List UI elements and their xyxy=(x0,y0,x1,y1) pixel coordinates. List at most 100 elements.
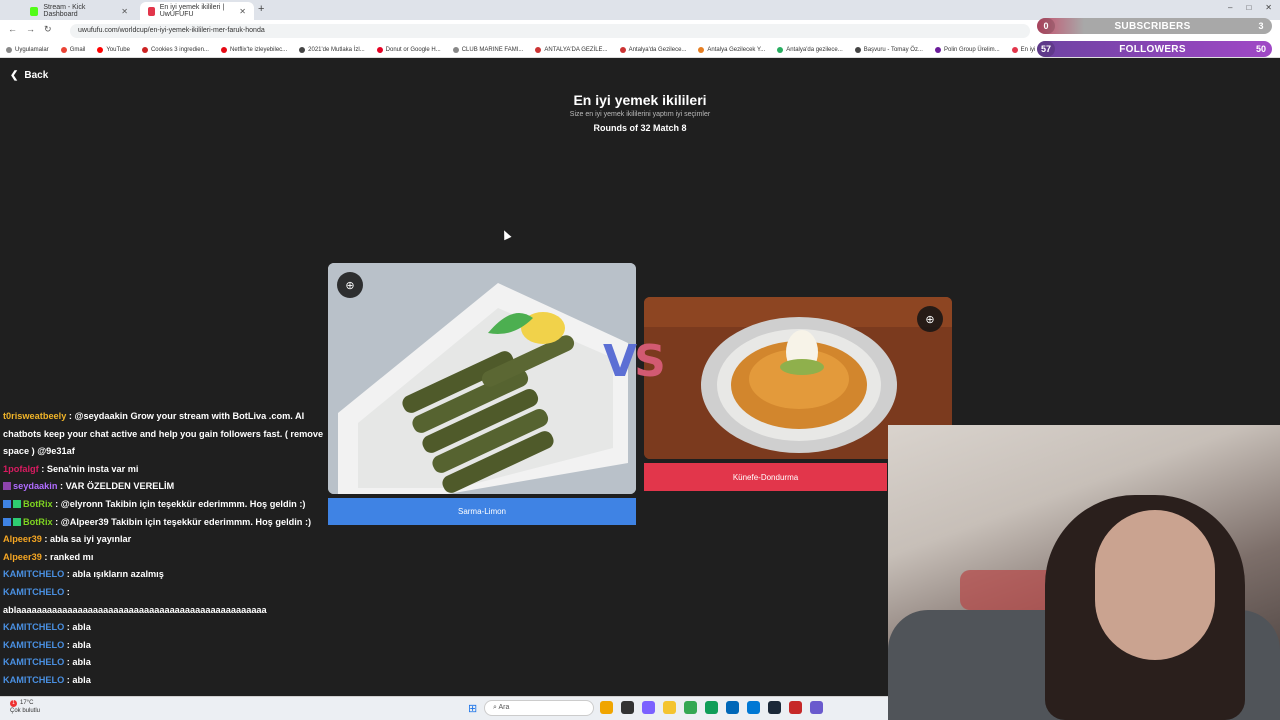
bookmark-item[interactable]: Antalya'da Gezilece... xyxy=(619,44,686,55)
taskbar-app-icon[interactable] xyxy=(768,701,781,714)
chat-message: Alpeer39 : abla sa iyi yayınlar xyxy=(3,531,333,549)
chat-separator: : xyxy=(66,411,75,421)
chat-message: BotRix : @Alpeer39 Takibin için teşekkür… xyxy=(3,514,333,532)
bookmark-item[interactable]: 2021'de Mutlaka İzl... xyxy=(299,44,365,55)
bookmark-label: YouTube xyxy=(106,46,130,53)
bookmark-label: Başvuru - Tomay Öz... xyxy=(863,46,923,53)
taskbar-app-icon[interactable] xyxy=(726,701,739,714)
taskbar-app-icon[interactable] xyxy=(621,701,634,714)
chat-badge-icon xyxy=(3,517,11,526)
chat-username[interactable]: t0risweatbeely xyxy=(3,411,66,421)
taskbar-app-icon[interactable] xyxy=(705,701,718,714)
bookmark-favicon-icon xyxy=(698,46,705,53)
back-button[interactable]: ❮ Back xyxy=(10,70,48,81)
taskbar-app-icon[interactable] xyxy=(642,701,655,714)
subscribers-label: SUBSCRIBERS xyxy=(1114,20,1191,32)
bookmark-item[interactable]: Polin Group Ürelim... xyxy=(934,44,1000,55)
taskbar-app-icon[interactable] xyxy=(789,701,802,714)
chat-message: KAMITCHELO : ablaaaaaaaaaaaaaaaaaaaaaaaa… xyxy=(3,584,333,619)
new-tab-button[interactable]: + xyxy=(258,3,264,15)
taskbar-app-icon[interactable] xyxy=(663,701,676,714)
chat-username[interactable]: KAMITCHELO xyxy=(3,622,64,632)
chat-username[interactable]: Alpeer39 xyxy=(3,552,42,562)
bookmark-item[interactable]: Uygulamalar xyxy=(6,44,49,55)
chat-text: Sena'nin insta var mi xyxy=(46,463,139,474)
taskbar-app-icon[interactable] xyxy=(600,701,613,714)
bookmark-item[interactable]: CLUB MARINE FAMI... xyxy=(452,44,523,55)
zoom-left-icon[interactable]: ⊕ xyxy=(337,272,363,298)
bookmark-favicon-icon xyxy=(60,46,67,53)
tab-label: Stream - Kick Dashboard xyxy=(43,4,86,18)
bookmark-item[interactable]: Donut or Google H... xyxy=(376,44,441,55)
taskbar-app-icon[interactable] xyxy=(810,701,823,714)
chat-message: 1pofalgf : Sena'nin insta var mi xyxy=(3,461,333,479)
chat-text: abla sa iyi yayınlar xyxy=(50,534,132,545)
bookmark-item[interactable]: YouTube xyxy=(97,44,130,55)
chat-message: t0risweatbeely : @seydaakin Grow your st… xyxy=(3,408,333,461)
chat-separator: : xyxy=(64,586,70,597)
bookmark-favicon-icon xyxy=(220,46,227,53)
chat-username[interactable]: 1pofalgf xyxy=(3,464,39,474)
maximize-button[interactable]: □ xyxy=(1246,3,1251,12)
tab-uwufufu[interactable]: En iyi yemek ikilileri | UwUFUFU ✕ xyxy=(140,2,254,20)
bookmark-label: Uygulamalar xyxy=(15,46,49,53)
tab-label: En iyi yemek ikilileri | UwUFUFU xyxy=(159,4,225,18)
chat-text: ranked mı xyxy=(50,551,94,562)
forward-arrow-icon[interactable]: → xyxy=(26,24,35,35)
bookmark-item[interactable]: Başvuru - Tomay Öz... xyxy=(854,44,923,55)
chat-text: abla xyxy=(72,639,91,650)
chat-username[interactable]: KAMITCHELO xyxy=(3,657,64,667)
webcam-streamer-face xyxy=(1095,510,1215,660)
notification-badge: 1 xyxy=(10,700,17,707)
bookmark-item[interactable]: Gmail xyxy=(60,44,86,55)
sarma-limon-image[interactable] xyxy=(328,263,636,494)
chat-text: abla xyxy=(72,622,91,633)
chat-username[interactable]: Alpeer39 xyxy=(3,534,42,544)
bookmark-item[interactable]: Antalya Gezilecek Y... xyxy=(698,44,765,55)
close-tab-icon[interactable]: ✕ xyxy=(239,7,246,16)
bookmark-item[interactable]: Antalya'da gezilece... xyxy=(777,44,843,55)
minimize-button[interactable]: – xyxy=(1228,3,1232,12)
choose-left-button[interactable]: Sarma-Limon xyxy=(328,498,636,525)
chat-username[interactable]: BotRix xyxy=(23,517,53,527)
chat-username[interactable]: KAMITCHELO xyxy=(3,587,64,597)
bookmark-label: Gmail xyxy=(69,46,86,53)
vs-s: S xyxy=(634,336,666,387)
bookmark-item[interactable]: Netflix'te izleyebilec... xyxy=(220,44,287,55)
chat-message: seydaakin : VAR ÖZELDEN VERELİM xyxy=(3,478,333,496)
chat-message: KAMITCHELO : abla xyxy=(3,654,333,672)
chat-text: @Alpeer39 Takibin için teşekkür ederimmm… xyxy=(60,516,312,527)
choose-right-button[interactable]: Künefe-Dondurma xyxy=(644,463,887,491)
close-window-button[interactable]: ✕ xyxy=(1265,3,1272,12)
reload-icon[interactable]: ↻ xyxy=(44,24,52,35)
uwufufu-favicon-icon xyxy=(148,6,155,16)
back-arrow-icon[interactable]: ← xyxy=(8,24,17,35)
url-field[interactable]: uwufufu.com/worldcup/en-iyi-yemek-ikilil… xyxy=(70,24,1030,38)
chat-username[interactable]: KAMITCHELO xyxy=(3,569,64,579)
tab-kick-dashboard[interactable]: Stream - Kick Dashboard ✕ xyxy=(22,2,136,20)
zoom-right-icon[interactable]: ⊕ xyxy=(917,306,943,332)
taskbar-app-icon[interactable] xyxy=(747,701,760,714)
bookmark-favicon-icon xyxy=(1011,46,1018,53)
chat-username[interactable]: seydaakin xyxy=(13,481,57,491)
bookmark-favicon-icon xyxy=(619,46,626,53)
bookmark-item[interactable]: Cookies 3 ingredien... xyxy=(141,44,209,55)
bookmark-label: ANTALYA'DA GEZİLE... xyxy=(544,46,608,53)
chat-username[interactable]: KAMITCHELO xyxy=(3,640,64,650)
bookmark-favicon-icon xyxy=(141,46,148,53)
chat-username[interactable]: KAMITCHELO xyxy=(3,675,64,685)
taskbar-search[interactable]: ⌕ Ara xyxy=(484,700,594,716)
windows-start-icon[interactable]: ⊞ xyxy=(468,702,480,715)
chat-username[interactable]: BotRix xyxy=(23,499,53,509)
chat-message: BotRix : @elyronn Takibin için teşekkür … xyxy=(3,496,333,514)
bookmark-favicon-icon xyxy=(376,46,383,53)
close-tab-icon[interactable]: ✕ xyxy=(121,7,128,16)
taskbar-apps xyxy=(600,701,823,714)
round-indicator: Rounds of 32 Match 8 xyxy=(593,123,687,133)
chat-message: KAMITCHELO : abla ışıkların azalmış xyxy=(3,566,333,584)
taskbar-app-icon[interactable] xyxy=(684,701,697,714)
bookmark-label: Antalya'da gezilece... xyxy=(786,46,843,53)
followers-goal: 50 xyxy=(1255,44,1266,54)
bookmark-item[interactable]: ANTALYA'DA GEZİLE... xyxy=(535,44,608,55)
weather-widget[interactable]: 1 17°C Çok bulutlu xyxy=(10,699,40,715)
